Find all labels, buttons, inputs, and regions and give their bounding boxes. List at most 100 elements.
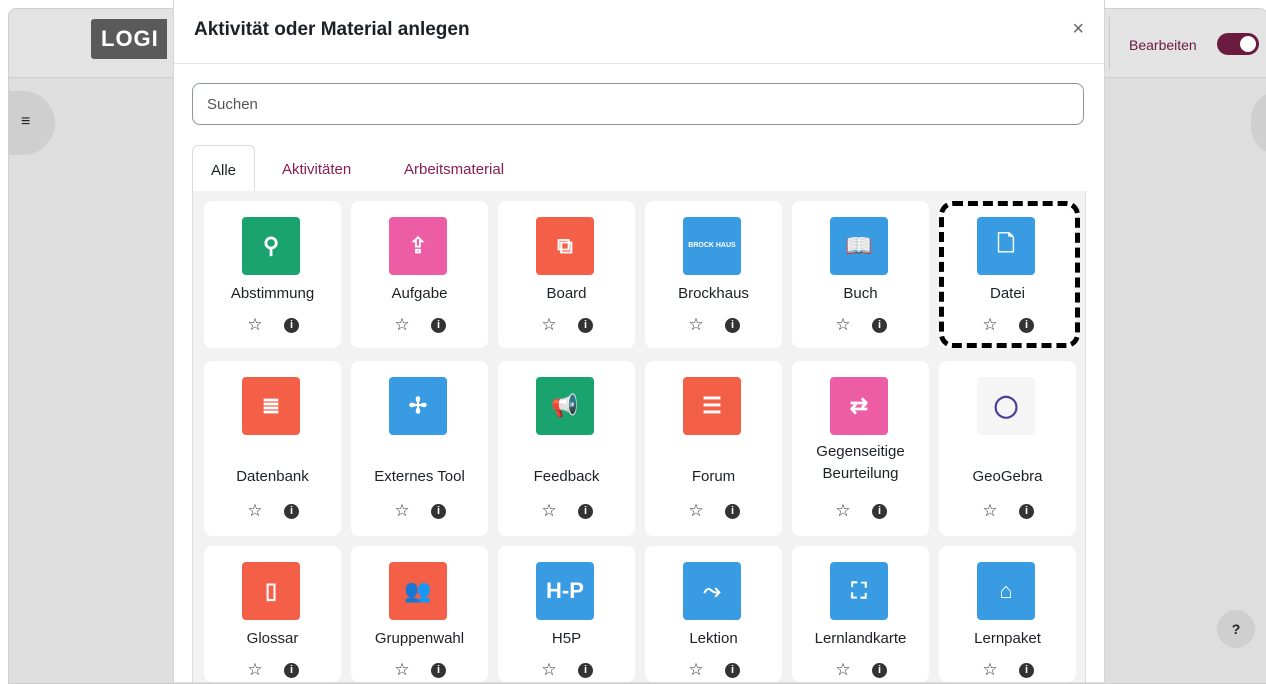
card-actions: ☆ i [645, 501, 782, 521]
activity-card-feedback[interactable]: 📢 Feedback ☆ i [498, 361, 635, 536]
h5p-icon: H-P [536, 562, 594, 620]
activity-name: Gegenseitige Beurteilung [816, 443, 905, 482]
activity-name: Forum [691, 468, 736, 485]
info-icon[interactable]: i [872, 663, 887, 679]
tab-resources[interactable]: Arbeitsmaterial [386, 145, 522, 191]
modal-header: Aktivität oder Material anlegen × [174, 0, 1104, 64]
assignment-icon: ⇪ [389, 217, 447, 275]
star-icon[interactable]: ☆ [540, 660, 558, 680]
star-icon[interactable]: ☆ [246, 501, 264, 521]
info-icon[interactable]: i [578, 504, 593, 520]
activity-card-forum[interactable]: ☰ Forum ☆ i [645, 361, 782, 536]
search-input[interactable] [192, 83, 1084, 125]
info-icon[interactable]: i [872, 318, 887, 334]
info-icon[interactable]: i [431, 663, 446, 679]
star-icon[interactable]: ☆ [687, 315, 705, 335]
board-icon: ⧉ [536, 217, 594, 275]
info-icon[interactable]: i [284, 663, 299, 679]
star-icon[interactable]: ☆ [687, 660, 705, 680]
activity-name: Aufgabe [391, 285, 448, 302]
star-icon[interactable]: ☆ [540, 501, 558, 521]
activity-name: Lernpaket [974, 630, 1041, 647]
activity-card-geogebra[interactable]: ◯ GeoGebra ☆ i [939, 361, 1076, 536]
star-icon[interactable]: ☆ [981, 501, 999, 521]
card-actions: ☆ i [645, 660, 782, 680]
activity-name: Datenbank [236, 468, 309, 485]
card-actions: ☆ i [792, 501, 929, 521]
card-actions: ☆ i [351, 501, 488, 521]
card-actions: ☆ i [498, 660, 635, 680]
info-icon[interactable]: i [725, 663, 740, 679]
star-icon[interactable]: ☆ [540, 315, 558, 335]
card-actions: ☆ i [498, 315, 635, 335]
star-icon[interactable]: ☆ [834, 660, 852, 680]
workshop-icon: ⇄ [830, 377, 888, 435]
close-button[interactable]: × [1072, 18, 1084, 41]
edit-mode-toggle[interactable] [1217, 33, 1259, 55]
star-icon[interactable]: ☆ [687, 501, 705, 521]
list-icon: ≡ [21, 113, 31, 130]
glossary-icon: ▯ [242, 562, 300, 620]
block-drawer-button[interactable] [1251, 91, 1266, 155]
star-icon[interactable]: ☆ [246, 660, 264, 680]
card-actions: ☆ i [204, 315, 341, 335]
activity-name: H5P [551, 630, 582, 647]
activity-card-buch[interactable]: 📖 Buch ☆ i [792, 201, 929, 348]
card-actions: ☆ i [204, 501, 341, 521]
activity-name: Buch [843, 285, 878, 302]
card-actions: ☆ i [351, 315, 488, 335]
info-icon[interactable]: i [1019, 504, 1034, 520]
activity-card-abstimmung[interactable]: ⚲ Abstimmung ☆ i [204, 201, 341, 348]
activity-card-board[interactable]: ⧉ Board ☆ i [498, 201, 635, 348]
info-icon[interactable]: i [284, 318, 299, 334]
toggle-knob [1240, 36, 1256, 52]
activity-card-lernpaket[interactable]: ⌂ Lernpaket ☆ i [939, 546, 1076, 682]
star-icon[interactable]: ☆ [246, 315, 264, 335]
choice-icon: ⚲ [242, 217, 300, 275]
info-icon[interactable]: i [578, 663, 593, 679]
activity-card-brockhaus[interactable]: BROCK HAUS Brockhaus ☆ i [645, 201, 782, 348]
star-icon[interactable]: ☆ [393, 660, 411, 680]
info-icon[interactable]: i [578, 318, 593, 334]
activity-card-gruppenwahl[interactable]: 👥 Gruppenwahl ☆ i [351, 546, 488, 682]
info-icon[interactable]: i [872, 504, 887, 520]
star-icon[interactable]: ☆ [834, 501, 852, 521]
info-icon[interactable]: i [431, 504, 446, 520]
card-actions: ☆ i [939, 315, 1076, 335]
star-icon[interactable]: ☆ [834, 315, 852, 335]
activity-name: Lernlandkarte [814, 630, 907, 647]
activity-card-datei[interactable]: 🗋 Datei ☆ i [939, 201, 1076, 348]
star-icon[interactable]: ☆ [393, 501, 411, 521]
card-actions: ☆ i [792, 660, 929, 680]
help-button[interactable]: ? [1217, 610, 1255, 648]
activity-name: GeoGebra [972, 468, 1043, 485]
course-index-drawer-button[interactable]: ≡ [9, 91, 55, 155]
tab-all[interactable]: Alle [192, 145, 256, 192]
activity-card-aufgabe[interactable]: ⇪ Aufgabe ☆ i [351, 201, 488, 348]
info-icon[interactable]: i [284, 504, 299, 520]
info-icon[interactable]: i [1019, 663, 1034, 679]
database-icon: ≣ [242, 377, 300, 435]
card-actions: ☆ i [645, 315, 782, 335]
info-icon[interactable]: i [1019, 318, 1034, 334]
info-icon[interactable]: i [725, 318, 740, 334]
activity-card-lernlandkarte[interactable]: ⛶ Lernlandkarte ☆ i [792, 546, 929, 682]
star-icon[interactable]: ☆ [981, 315, 999, 335]
book-icon: 📖 [830, 217, 888, 275]
activity-card-glossar[interactable]: ▯ Glossar ☆ i [204, 546, 341, 682]
tab-activities[interactable]: Aktivitäten [264, 145, 369, 191]
info-icon[interactable]: i [725, 504, 740, 520]
activity-card-gegenseitige-beurteilung[interactable]: ⇄ Gegenseitige Beurteilung ☆ i [792, 361, 929, 536]
activity-card-lektion[interactable]: ⤳ Lektion ☆ i [645, 546, 782, 682]
activity-card-externes-tool[interactable]: ✢ Externes Tool ☆ i [351, 361, 488, 536]
brockhaus-icon: BROCK HAUS [683, 217, 741, 275]
info-icon[interactable]: i [431, 318, 446, 334]
card-actions: ☆ i [939, 660, 1076, 680]
activity-card-h5p[interactable]: H-P H5P ☆ i [498, 546, 635, 682]
star-icon[interactable]: ☆ [981, 660, 999, 680]
activity-card-datenbank[interactable]: ≣ Datenbank ☆ i [204, 361, 341, 536]
activity-name: Gruppenwahl [374, 630, 465, 647]
activity-name: Datei [989, 285, 1026, 302]
star-icon[interactable]: ☆ [393, 315, 411, 335]
activity-name: Board [546, 285, 587, 302]
